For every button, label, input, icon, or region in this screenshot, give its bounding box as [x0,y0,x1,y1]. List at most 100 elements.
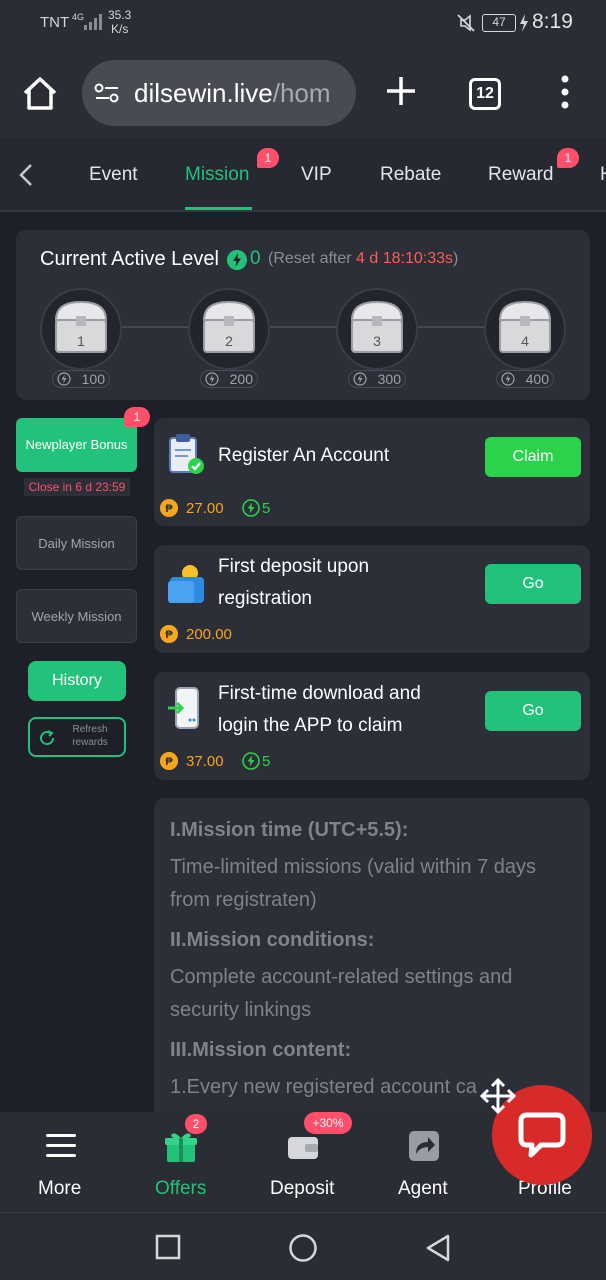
chest-amount-3: 300 [348,370,406,388]
mission-title-line2: login the APP to claim [218,715,403,736]
new-tab-icon[interactable] [384,74,418,108]
chest-level-2[interactable]: 2 [188,288,270,370]
mission-badge: 1 [257,148,279,168]
chest-amount-2: 200 [200,370,258,388]
history-button[interactable]: History [28,661,126,701]
nav-deposit[interactable]: Deposit +30% [262,1112,352,1212]
more-menu-icon[interactable] [560,74,570,110]
mission-card-first-deposit: First deposit upon registration Go ₱ 200… [154,545,590,653]
bolt-icon [242,499,260,517]
level-title: Current Active Level [40,248,219,270]
activity-reward: 5 [262,753,271,770]
tab-history[interactable]: H [600,164,606,186]
active-tab-indicator [185,207,252,210]
tab-vip[interactable]: VIP [301,164,332,186]
reward-badge: 1 [557,148,579,168]
daily-mission-tab[interactable]: Daily Mission [16,516,137,570]
promo-tab-bar: Event Mission 1 VIP Rebate Reward 1 H [0,138,606,212]
rules-text: from registraten) [170,889,317,911]
chest-amount-1: 100 [52,370,110,388]
go-button[interactable]: Go [485,564,581,604]
rules-heading-content: III.Mission content: [170,1039,352,1061]
chest-connector [418,326,484,328]
phone-screen: { "status_bar": { "carrier": "TNT", "net… [0,0,606,1280]
recent-apps-icon[interactable] [155,1234,181,1260]
coin-reward: 200.00 [186,626,232,643]
treasure-chest-icon: 4 [498,300,552,353]
chat-bubble-icon [518,1112,566,1158]
home-icon[interactable] [20,74,60,114]
share-icon [409,1131,439,1161]
treasure-chest-icon: 3 [350,300,404,353]
nav-deposit-label: Deposit [270,1178,335,1199]
nav-offers[interactable]: Offers 2 [140,1112,222,1212]
tab-switcher-button[interactable]: 12 [469,78,501,110]
rules-text: Time-limited missions (valid within 7 da… [170,856,537,878]
svg-text:₱: ₱ [165,756,173,768]
bolt-icon [242,752,260,770]
bolt-icon [501,372,515,386]
mission-title-line1: First-time download and [218,683,421,704]
status-bar: TNT 4G 35.3 K/s 47 8:19 [0,0,606,48]
network-speed: 35.3 K/s [108,8,132,36]
refresh-label: Refresh rewards [72,724,108,748]
claim-button[interactable]: Claim [485,437,581,477]
clock: 8:19 [532,10,573,33]
phone-download-icon [168,687,199,729]
newplayer-badge: 1 [124,407,150,427]
coin-icon: ₱ [160,752,178,770]
site-settings-icon[interactable] [94,82,120,104]
svg-text:3: 3 [373,333,381,349]
wallet-icon [168,565,204,603]
hamburger-menu-icon [46,1134,76,1157]
coin-reward: 27.00 [186,500,224,517]
go-button[interactable]: Go [485,691,581,731]
tab-event[interactable]: Event [89,164,138,186]
tab-rebate[interactable]: Rebate [380,164,441,186]
mission-card-download-app: First-time download and login the APP to… [154,672,590,780]
nav-agent-label: Agent [398,1178,448,1199]
bolt-icon [227,250,247,270]
mission-title-line2: registration [218,588,312,609]
svg-text:1: 1 [77,333,85,349]
tab-reward[interactable]: Reward [488,164,553,186]
signal-icon [84,14,102,30]
nav-more[interactable]: More [20,1112,102,1212]
chest-level-1[interactable]: 1 [40,288,122,370]
chest-level-4[interactable]: 4 [484,288,566,370]
chest-level-3[interactable]: 3 [336,288,418,370]
svg-text:4: 4 [521,333,529,349]
rules-text: security linkings [170,999,312,1021]
bolt-icon [205,372,219,386]
svg-text:₱: ₱ [165,503,173,515]
system-nav-bar [0,1212,606,1280]
nav-offers-label: Offers [155,1178,207,1199]
back-arrow-icon[interactable] [16,162,36,188]
chest-connector [270,326,336,328]
rules-text: Complete account-related settings and [170,966,513,988]
deposit-badge: +30% [304,1112,352,1134]
newplayer-bonus-tab[interactable]: Newplayer Bonus [16,418,137,472]
refresh-icon [40,730,55,746]
move-drag-icon[interactable] [478,1076,518,1116]
chest-connector [122,326,188,328]
mission-card-register: Register An Account Claim ₱ 27.00 5 [154,418,590,526]
mission-title: Register An Account [218,445,390,466]
activity-reward: 5 [262,500,271,517]
refresh-rewards-button[interactable]: Refresh rewards [28,717,126,757]
clipboard-check-icon [169,434,204,474]
back-triangle-icon[interactable] [424,1233,452,1263]
url-bar[interactable]: dilsewin.live/hom [82,60,356,126]
home-circle-icon[interactable] [288,1233,318,1263]
close-in-countdown: Close in 6 d 23:59 [24,478,130,496]
svg-text:2: 2 [225,333,233,349]
charging-icon [520,14,528,32]
carrier-name: TNT [40,14,70,31]
nav-more-label: More [38,1178,82,1199]
nav-agent[interactable]: Agent [384,1112,466,1212]
bolt-icon [57,372,71,386]
weekly-mission-tab[interactable]: Weekly Mission [16,589,137,643]
rules-heading-conditions: II.Mission conditions: [170,929,375,951]
mute-icon [457,14,475,32]
tab-mission[interactable]: Mission [185,164,249,186]
